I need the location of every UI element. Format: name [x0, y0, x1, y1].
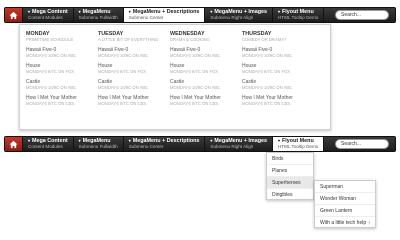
arrow-down-icon: ▾	[278, 138, 281, 144]
schedule-column-thursday: THURSDAY COMEDY OR DRAMA? Hawaii Five-0 M…	[242, 31, 314, 106]
arrow-down-icon: ▾	[28, 9, 31, 15]
show-link[interactable]: How I Met Your Mother MONDAYS 8/7C ON CBS	[242, 95, 314, 106]
arrow-down-icon: ▾	[78, 138, 81, 144]
menu-item-megamenu[interactable]: ▾ MegaMenu Submenu Fullwidth	[74, 137, 124, 151]
show-link[interactable]: Hawaii Five-0 MONDAYS 10/9C ON ABC	[242, 47, 314, 58]
dropdown-item-superheroes[interactable]: Superheroes	[267, 177, 313, 189]
menu-item-megamenu-images[interactable]: ▾ MegaMenu + Images Submenu Right Align	[205, 137, 273, 151]
show-link[interactable]: House MONDAYS 8/7C ON FOX	[26, 63, 98, 74]
arrow-down-icon: ▾	[128, 138, 131, 144]
arrow-down-icon: ▾	[210, 138, 213, 144]
dropdown-item-dirigibles[interactable]: Dirigibles	[267, 189, 313, 201]
arrow-down-icon: ▾	[78, 9, 81, 15]
home-icon	[9, 140, 18, 148]
submenu-item-tech-help[interactable]: With a little tech help ›	[315, 217, 375, 229]
menu-item-flyout[interactable]: ▾ Flyout Menu HTML Tooltip Demo	[273, 8, 325, 22]
flyout-dropdown: Birds Planes Superheroes Dirigibles	[266, 152, 314, 200]
show-link[interactable]: House MONDAYS 8/7C ON FOX	[242, 63, 314, 74]
menu-bar-bottom: ▾ Mega Content Content Modules ▾ MegaMenu …	[4, 136, 396, 152]
menu-item-megamenu-descriptions[interactable]: ▾ MegaMenu + Descriptions Submenu Center	[123, 8, 206, 22]
show-link[interactable]: Hawaii Five-0 MONDAYS 10/9C ON ABC	[170, 47, 242, 58]
show-link[interactable]: House MONDAYS 8/7C ON FOX	[98, 63, 170, 74]
show-link[interactable]: Castle MONDAYS 10/9C ON ABC	[170, 79, 242, 90]
submenu-item-wonder-woman[interactable]: Wonder Woman	[315, 193, 375, 205]
show-link[interactable]: How I Met Your Mother MONDAYS 8/7C ON CBS	[170, 95, 242, 106]
submenu-item-green-lantern[interactable]: Green Lantern	[315, 205, 375, 217]
submenu-item-superman[interactable]: Superman	[315, 181, 375, 193]
home-button[interactable]	[5, 137, 23, 151]
arrow-down-icon: ▾	[278, 9, 281, 15]
show-link[interactable]: House MONDAYS 8/7C ON FOX	[170, 63, 242, 74]
home-icon	[9, 11, 18, 19]
show-link[interactable]: How I Met Your Mother MONDAYS 8/7C ON CBS	[98, 95, 170, 106]
show-link[interactable]: Hawaii Five-0 MONDAYS 10/9C ON ABC	[26, 47, 98, 58]
arrow-down-icon: ▾	[28, 138, 31, 144]
menu-item-megamenu-images[interactable]: ▾ MegaMenu + Images Submenu Right Align	[205, 8, 273, 22]
arrow-down-icon: ▾	[210, 9, 213, 15]
search-input[interactable]	[335, 139, 389, 149]
superheroes-submenu: Superman Wonder Woman Green Lantern With…	[314, 180, 376, 228]
home-button[interactable]	[5, 8, 23, 22]
schedule-column-wednesday: WEDNESDAY DRAMA & COOKING Hawaii Five-0 M…	[170, 31, 242, 106]
show-link[interactable]: Castle MONDAYS 10/9C ON ABC	[98, 79, 170, 90]
show-link[interactable]: How I Met Your Mother MONDAYS 8/7C ON CBS	[26, 95, 98, 106]
dropdown-item-birds[interactable]: Birds	[267, 153, 313, 165]
menu-bar-top: ▾ Mega Content Content Modules ▾ MegaMenu …	[4, 7, 396, 23]
menu-item-megamenu-descriptions[interactable]: ▾ MegaMenu + Descriptions Submenu Center	[124, 137, 206, 151]
show-link[interactable]: Hawaii Five-0 MONDAYS 10/9C ON ABC	[98, 47, 170, 58]
schedule-column-monday: MONDAY PRIMETIME SCHEDULE Hawaii Five-0 M…	[26, 31, 98, 106]
show-link[interactable]: Castle MONDAYS 10/9C ON ABC	[242, 79, 314, 90]
chevron-right-icon: ›	[368, 220, 370, 226]
dropdown-item-planes[interactable]: Planes	[267, 165, 313, 177]
menu-item-megamenu[interactable]: ▾ MegaMenu Submenu Fullwidth	[74, 8, 124, 22]
search-input[interactable]	[335, 10, 389, 20]
arrow-down-icon: ▾	[128, 9, 131, 15]
menu-item-mega-content[interactable]: ▾ Mega Content Content Modules	[23, 8, 74, 22]
mega-menu-panel: MONDAY PRIMETIME SCHEDULE Hawaii Five-0 M…	[19, 24, 331, 130]
menu-item-flyout[interactable]: ▾ Flyout Menu HTML Tooltip Demo	[273, 137, 325, 151]
show-link[interactable]: Castle MONDAYS 10/9C ON ABC	[26, 79, 98, 90]
schedule-column-tuesday: TUESDAY A LITTLE BIT OF EVERYTHING Hawai…	[98, 31, 170, 106]
menu-item-mega-content[interactable]: ▾ Mega Content Content Modules	[23, 137, 74, 151]
